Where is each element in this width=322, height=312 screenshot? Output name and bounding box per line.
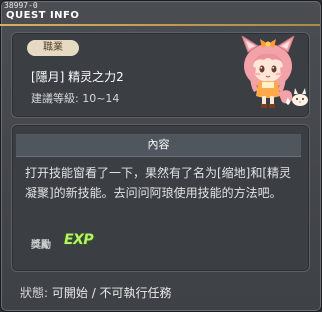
window-title: QUEST INFO — [6, 10, 80, 21]
quest-status: 狀態: 可開始 / 不可執行任務 — [20, 284, 172, 301]
reward-label: 獎勵 — [31, 240, 51, 251]
quest-description-line-1: 打开技能窗看了一下，果然有了名为[缩地]和[精灵 — [25, 166, 292, 180]
content-header-label: 內容 — [147, 138, 170, 151]
quest-id: 38997-0 — [4, 1, 38, 10]
job-badge: 職業 — [27, 40, 79, 56]
fox-girl-npc-icon — [232, 34, 312, 112]
status-label: 狀態: — [20, 286, 49, 300]
quest-description: 打开技能窗看了一下，果然有了名为[缩地]和[精灵 凝聚]的新技能。去问问阿琅使用… — [25, 163, 295, 203]
recommended-level: 建議等級: 10~14 — [31, 92, 120, 105]
title-underline — [0, 24, 320, 26]
exp-icon: EXP — [64, 232, 94, 248]
quest-description-line-2: 凝聚]的新技能。去问问阿琅使用技能的方法吧。 — [25, 186, 282, 200]
status-value: 可開始 / 不可執行任務 — [51, 286, 172, 300]
job-name: [隱月] 精灵之力2 — [31, 70, 124, 84]
